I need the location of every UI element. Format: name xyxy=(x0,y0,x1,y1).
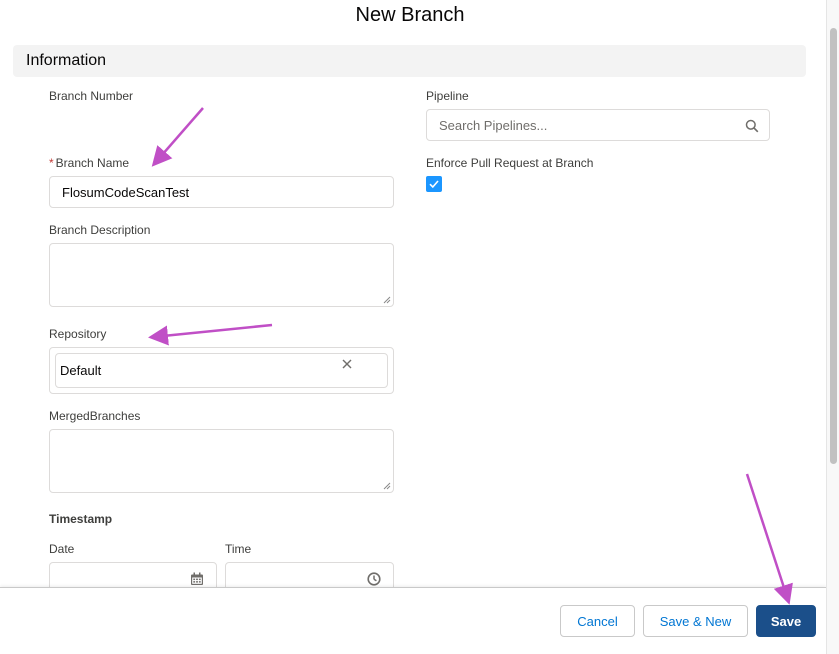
pipeline-label: Pipeline xyxy=(426,89,469,103)
annotation-arrow-branch-name xyxy=(151,107,204,167)
checkmark-icon xyxy=(429,180,439,189)
merged-branches-textarea[interactable] xyxy=(49,429,394,493)
modal-footer: Cancel Save & New Save xyxy=(0,587,826,654)
section-title: Information xyxy=(26,52,107,69)
search-icon xyxy=(745,119,759,133)
pipeline-search-input[interactable]: Search Pipelines... xyxy=(426,109,770,141)
clock-icon[interactable] xyxy=(367,572,381,586)
vertical-scrollbar[interactable] xyxy=(826,0,839,654)
cancel-button[interactable]: Cancel xyxy=(560,605,635,637)
repository-value: Default xyxy=(60,363,102,378)
resize-grip-icon[interactable] xyxy=(383,482,391,490)
date-label: Date xyxy=(49,542,75,556)
timestamp-label: Timestamp xyxy=(49,512,113,526)
branch-description-textarea[interactable] xyxy=(49,243,394,307)
enforce-pr-checkbox[interactable] xyxy=(426,176,442,192)
repository-lookup[interactable]: Default xyxy=(49,347,394,394)
scrollbar-thumb[interactable] xyxy=(830,28,837,464)
resize-grip-icon[interactable] xyxy=(383,296,391,304)
modal-title: New Branch xyxy=(355,4,465,26)
pipeline-placeholder: Search Pipelines... xyxy=(439,117,548,133)
branch-number-label: Branch Number xyxy=(49,89,134,103)
branch-name-value: FlosumCodeScanTest xyxy=(62,184,190,200)
branch-name-label-row: * Branch Name xyxy=(49,156,129,170)
merged-branches-label: MergedBranches xyxy=(49,409,141,423)
enforce-pr-label: Enforce Pull Request at Branch xyxy=(426,156,594,170)
annotation-arrow-save xyxy=(745,473,793,605)
save-and-new-button[interactable]: Save & New xyxy=(643,605,748,637)
branch-name-label: Branch Name xyxy=(55,156,130,170)
required-indicator: * xyxy=(49,156,54,170)
time-label: Time xyxy=(225,542,252,556)
section-header-information[interactable]: Information xyxy=(13,45,806,77)
branch-description-label: Branch Description xyxy=(49,223,151,237)
repository-label: Repository xyxy=(49,327,107,341)
annotation-arrow-repository xyxy=(148,323,273,346)
calendar-icon[interactable] xyxy=(190,572,204,586)
repository-selected-pill[interactable]: Default xyxy=(55,353,388,388)
branch-name-input[interactable]: FlosumCodeScanTest xyxy=(49,176,394,208)
clear-selection-icon[interactable] xyxy=(341,358,353,370)
save-button[interactable]: Save xyxy=(756,605,816,637)
